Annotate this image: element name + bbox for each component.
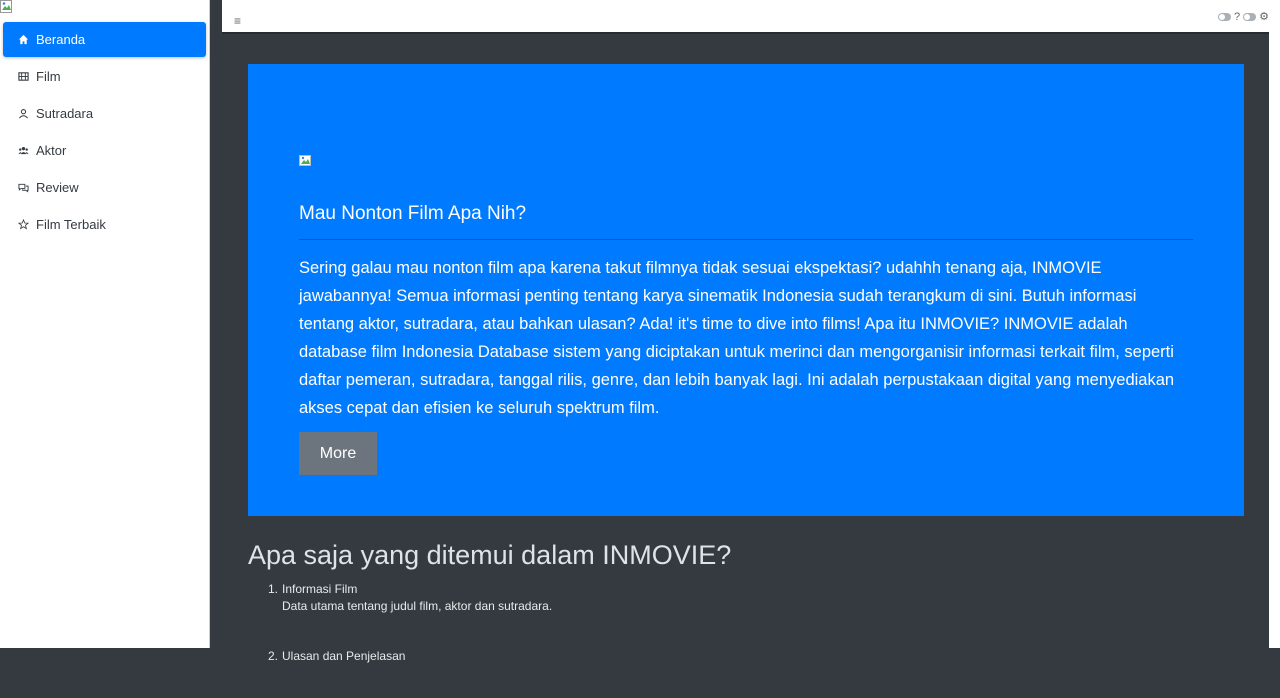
sidebar-item-beranda[interactable]: Beranda [3,22,206,57]
sidebar-item-film-terbaik[interactable]: Film Terbaik [3,207,206,242]
sidebar-item-film[interactable]: Film [3,59,206,94]
list-item-title: Ulasan dan Penjelasan [282,649,406,663]
sidebar: Beranda Film Sutradara Aktor Review Film… [0,0,210,648]
sidebar-item-label: Beranda [36,32,86,47]
broken-image-icon [0,0,12,13]
sidebar-item-sutradara[interactable]: Sutradara [3,96,206,131]
toggle-icon[interactable] [1243,12,1257,21]
list-item: 1. Informasi Film Data utama tentang judu… [268,581,968,615]
sidebar-item-label: Sutradara [36,106,94,121]
help-icon[interactable]: ? [1234,11,1240,23]
more-button[interactable]: More [299,432,377,475]
gear-icon[interactable]: ⚙ [1259,10,1269,23]
home-icon [17,34,29,46]
list-item-number: 1. [268,582,279,596]
feature-list: 1. Informasi Film Data utama tentang judu… [268,581,968,698]
broken-image-icon [299,155,311,166]
user-icon [17,108,29,120]
toggle-icon[interactable] [1218,12,1231,21]
list-item-number: 2. [268,649,279,663]
sidebar-item-aktor[interactable]: Aktor [3,133,206,168]
sidebar-item-label: Film Terbaik [36,217,106,232]
sidebar-item-label: Film [36,69,61,84]
users-icon [17,145,29,157]
list-item-description: Data utama tentang judul film, aktor dan… [282,599,553,613]
features-title: Apa saja yang ditemui dalam INMOVIE? [248,540,732,570]
hero-title: Mau Nonton Film Apa Nih? [299,203,527,224]
hero-description: Sering galau mau nonton film apa karena … [299,259,1175,417]
hero-jumbotron: Mau Nonton Film Apa Nih? Sering galau ma… [248,64,1244,516]
film-icon [17,71,29,83]
sidebar-item-review[interactable]: Review [3,170,206,205]
list-item-title: Informasi Film [282,582,358,596]
star-icon [17,219,29,231]
divider [299,239,1193,240]
comments-icon [17,182,29,194]
sidebar-nav: Beranda Film Sutradara Aktor Review Film… [3,22,206,244]
sidebar-item-label: Review [36,180,79,195]
top-navbar: ≡ ? ⚙ [222,0,1269,34]
topbar-controls: ? ⚙ [1218,10,1269,23]
list-item: 2. Ulasan dan Penjelasan [268,648,968,665]
sidebar-item-label: Aktor [36,143,67,158]
right-edge-panel [1269,0,1280,648]
hamburger-icon[interactable]: ≡ [234,14,241,28]
